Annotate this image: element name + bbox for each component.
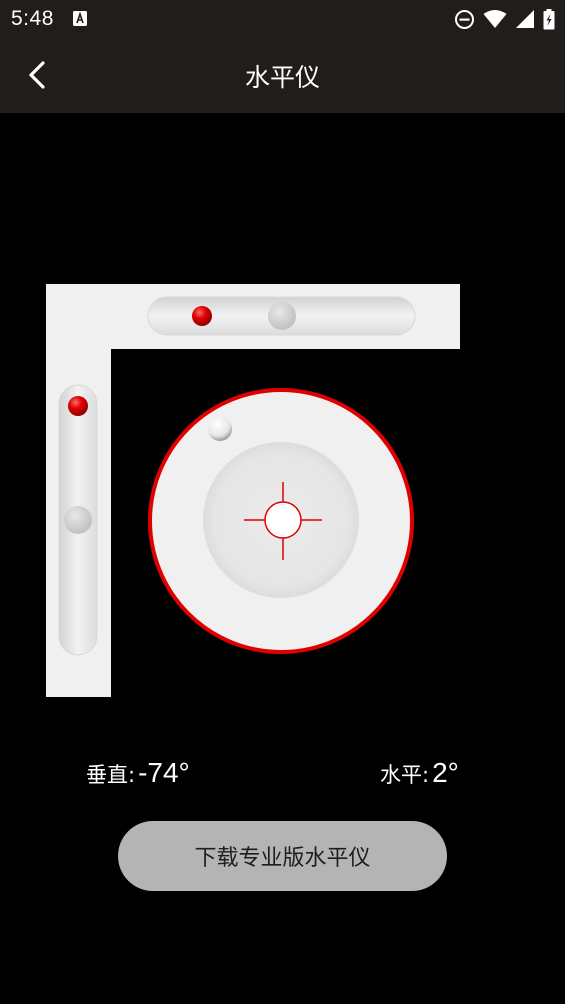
vertical-bubble bbox=[68, 396, 88, 416]
horizontal-level-tube bbox=[147, 296, 416, 336]
horizontal-readout: 水平: 2° bbox=[380, 757, 459, 789]
horizontal-bubble bbox=[192, 306, 212, 326]
level-screen: 5:48 水平仪 垂直: -74° 水平: 2° 下载专业版水平仪 bbox=[0, 0, 565, 1004]
horizontal-center-marker bbox=[268, 302, 296, 330]
vertical-level-tube bbox=[58, 384, 98, 656]
download-pro-button[interactable]: 下载专业版水平仪 bbox=[118, 821, 447, 891]
vertical-center-marker bbox=[64, 506, 92, 534]
vertical-value: -74° bbox=[138, 757, 190, 788]
circular-bubble bbox=[208, 417, 232, 441]
bubble-level-dial bbox=[148, 388, 414, 654]
vertical-readout: 垂直: -74° bbox=[86, 757, 190, 789]
horizontal-label: 水平: bbox=[380, 763, 430, 787]
horizontal-value: 2° bbox=[432, 757, 459, 788]
vertical-label: 垂直: bbox=[86, 763, 136, 787]
